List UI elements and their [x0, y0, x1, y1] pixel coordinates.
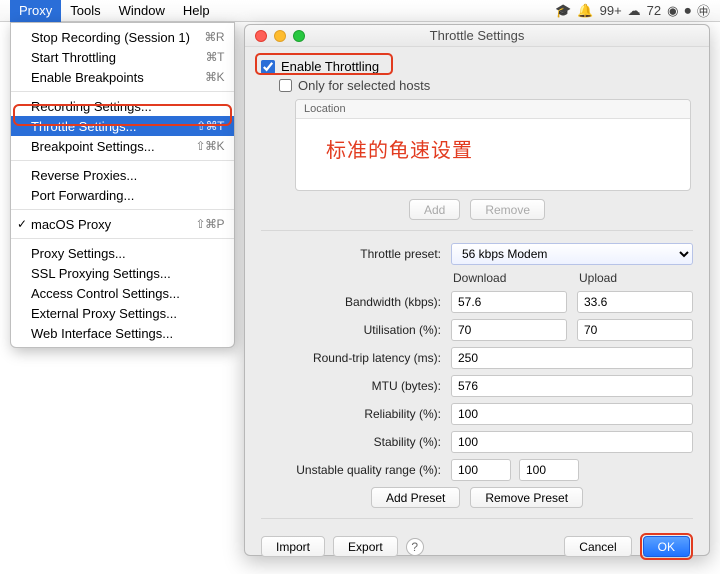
- ime-icon: ㊥: [697, 1, 710, 20]
- menubar: Proxy Tools Window Help 🎓 🔔 99+ ☁ 72 ◉ ⏺…: [0, 0, 720, 22]
- stability-label: Stability (%):: [261, 435, 441, 449]
- menu-separator: [11, 160, 234, 161]
- menu-help[interactable]: Help: [174, 0, 219, 22]
- throttle-form: Throttle preset: 56 kbps Modem Download …: [261, 243, 693, 481]
- throttle-preset-label: Throttle preset:: [261, 247, 441, 261]
- download-column-header: Download: [451, 271, 567, 285]
- minimize-button[interactable]: [274, 30, 286, 42]
- help-icon[interactable]: ?: [406, 538, 424, 556]
- latency-input[interactable]: [451, 347, 693, 369]
- menu-item-proxy-settings[interactable]: Proxy Settings...: [11, 243, 234, 263]
- menu-item-throttle-settings[interactable]: Throttle Settings...⇧⌘T: [11, 116, 234, 136]
- bandwidth-download-input[interactable]: [451, 291, 567, 313]
- throttle-settings-dialog: Throttle Settings Enable Throttling Only…: [244, 24, 710, 556]
- utilisation-upload-input[interactable]: [577, 319, 693, 341]
- menu-item-external-proxy-settings[interactable]: External Proxy Settings...: [11, 303, 234, 323]
- stability-input[interactable]: [451, 431, 693, 453]
- close-button[interactable]: [255, 30, 267, 42]
- menu-window[interactable]: Window: [110, 0, 174, 22]
- unstable-range-high-input[interactable]: [519, 459, 579, 481]
- menu-item-ssl-proxying-settings[interactable]: SSL Proxying Settings...: [11, 263, 234, 283]
- enable-throttling-label: Enable Throttling: [281, 59, 379, 74]
- badge-count-2: 72: [647, 3, 661, 18]
- menu-item-access-control-settings[interactable]: Access Control Settings...: [11, 283, 234, 303]
- throttle-preset-select[interactable]: 56 kbps Modem: [451, 243, 693, 265]
- menu-proxy[interactable]: Proxy: [10, 0, 61, 22]
- menu-item-web-interface-settings[interactable]: Web Interface Settings...: [11, 323, 234, 343]
- menu-item-reverse-proxies[interactable]: Reverse Proxies...: [11, 165, 234, 185]
- menu-item-recording-settings[interactable]: Recording Settings...: [11, 96, 234, 116]
- divider: [261, 518, 693, 519]
- menu-separator: [11, 209, 234, 210]
- check-icon: ✓: [17, 217, 27, 231]
- zoom-button[interactable]: [293, 30, 305, 42]
- reliability-input[interactable]: [451, 403, 693, 425]
- bandwidth-upload-input[interactable]: [577, 291, 693, 313]
- proxy-menu-dropdown: Stop Recording (Session 1)⌘R Start Throt…: [10, 22, 235, 348]
- dialog-titlebar: Throttle Settings: [245, 25, 709, 47]
- hosts-column-header: Location: [296, 100, 690, 119]
- bell-icon: 🔔: [577, 3, 593, 19]
- add-host-button[interactable]: Add: [409, 199, 460, 220]
- upload-column-header: Upload: [577, 271, 693, 285]
- remove-host-button[interactable]: Remove: [470, 199, 545, 220]
- enable-throttling-row: Enable Throttling: [261, 59, 693, 74]
- remove-preset-button[interactable]: Remove Preset: [470, 487, 583, 508]
- badge-count-1: 99+: [600, 3, 622, 18]
- menu-item-port-forwarding[interactable]: Port Forwarding...: [11, 185, 234, 205]
- enable-throttling-checkbox[interactable]: [261, 60, 275, 74]
- reliability-label: Reliability (%):: [261, 407, 441, 421]
- unstable-range-label: Unstable quality range (%):: [261, 463, 441, 477]
- only-selected-hosts-label: Only for selected hosts: [298, 78, 430, 93]
- latency-label: Round-trip latency (ms):: [261, 351, 441, 365]
- hat-icon: 🎓: [555, 3, 571, 19]
- mtu-label: MTU (bytes):: [261, 379, 441, 393]
- mic-icon: ⏺: [684, 3, 691, 19]
- window-controls: [255, 30, 305, 42]
- menu-separator: [11, 238, 234, 239]
- menu-item-breakpoint-settings[interactable]: Breakpoint Settings...⇧⌘K: [11, 136, 234, 156]
- annotation-highlight-ok: OK: [640, 533, 693, 560]
- utilisation-label: Utilisation (%):: [261, 323, 441, 337]
- menu-item-macos-proxy[interactable]: ✓macOS Proxy⇧⌘P: [11, 214, 234, 234]
- unstable-range-low-input[interactable]: [451, 459, 511, 481]
- bandwidth-label: Bandwidth (kbps):: [261, 295, 441, 309]
- hosts-list[interactable]: Location: [295, 99, 691, 191]
- dialog-title: Throttle Settings: [245, 28, 709, 43]
- menu-item-start-throttling[interactable]: Start Throttling⌘T: [11, 47, 234, 67]
- menu-item-enable-breakpoints[interactable]: Enable Breakpoints⌘K: [11, 67, 234, 87]
- cancel-button[interactable]: Cancel: [564, 536, 631, 557]
- menu-separator: [11, 91, 234, 92]
- menubar-status-area: 🎓 🔔 99+ ☁ 72 ◉ ⏺ ㊥: [555, 1, 720, 20]
- record-icon: ◉: [667, 3, 678, 19]
- selected-hosts-row: Only for selected hosts: [279, 78, 693, 93]
- mtu-input[interactable]: [451, 375, 693, 397]
- menu-tools[interactable]: Tools: [61, 0, 109, 22]
- only-selected-hosts-checkbox[interactable]: [279, 79, 292, 92]
- divider: [261, 230, 693, 231]
- import-button[interactable]: Import: [261, 536, 325, 557]
- utilisation-download-input[interactable]: [451, 319, 567, 341]
- ok-button[interactable]: OK: [643, 536, 690, 557]
- cloud-icon: ☁: [628, 3, 641, 19]
- export-button[interactable]: Export: [333, 536, 398, 557]
- menu-item-stop-recording[interactable]: Stop Recording (Session 1)⌘R: [11, 27, 234, 47]
- dialog-footer: Import Export ? Cancel OK: [261, 533, 693, 560]
- add-preset-button[interactable]: Add Preset: [371, 487, 460, 508]
